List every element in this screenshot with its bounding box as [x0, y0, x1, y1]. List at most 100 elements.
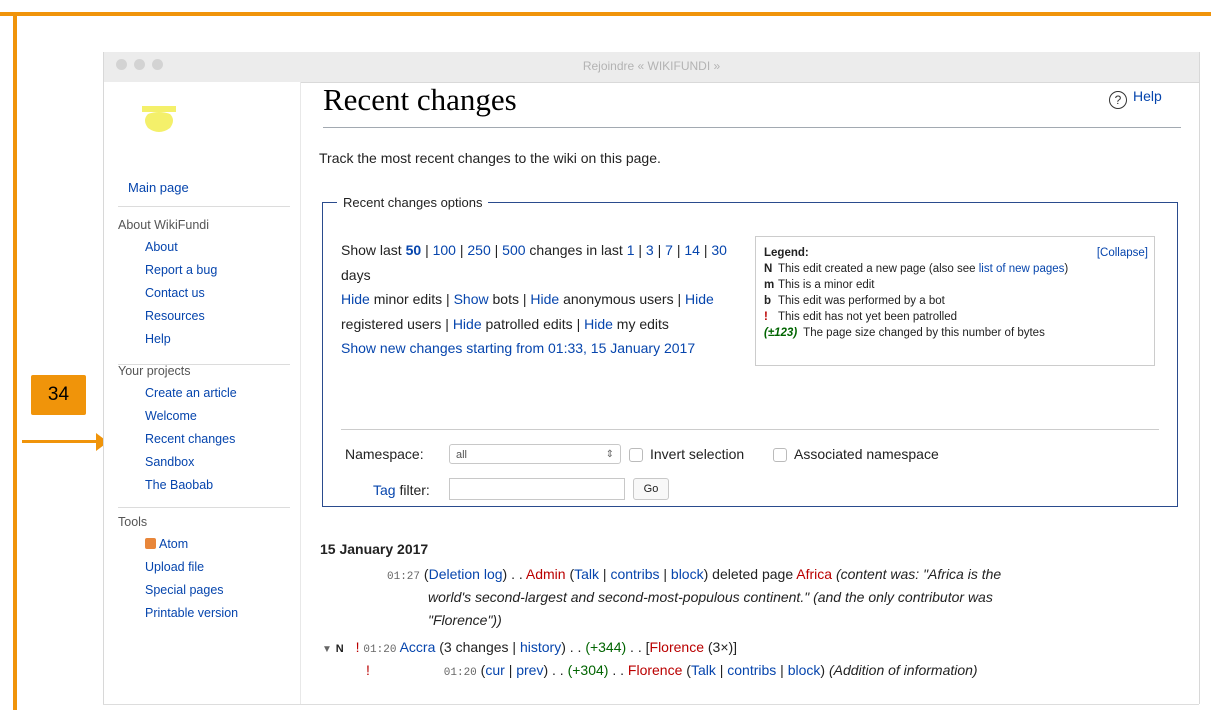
- tag-filter-label: Tag filter:: [373, 482, 430, 498]
- options-legend: Recent changes options: [343, 195, 483, 210]
- go-button[interactable]: Go: [633, 478, 669, 500]
- legend-text: This edit created a new page (also see: [778, 263, 979, 275]
- legend-title: Legend:: [764, 247, 809, 259]
- hide-patrolled-link[interactable]: Hide: [453, 316, 482, 332]
- separator: |: [676, 242, 681, 258]
- sidebar-item-upload-file[interactable]: Upload file: [145, 560, 204, 574]
- sidebar-item-help[interactable]: Help: [145, 332, 171, 346]
- user-florence-link[interactable]: Florence: [628, 662, 682, 678]
- action-text: deleted page: [712, 566, 794, 582]
- limit-500-link[interactable]: 500: [502, 242, 525, 258]
- step-number-badge: 34: [31, 375, 86, 415]
- separator: |: [576, 315, 581, 332]
- user-admin-link[interactable]: Admin: [526, 566, 566, 582]
- hide-minor-edits-link[interactable]: Hide: [341, 291, 370, 307]
- days-label: days: [341, 266, 371, 283]
- days-1-link[interactable]: 1: [627, 242, 635, 258]
- page-africa-link[interactable]: Africa: [796, 566, 832, 582]
- invert-selection-label: Invert selection: [650, 446, 745, 462]
- sidebar-item-create-article[interactable]: Create an article: [145, 386, 237, 400]
- legend-item-size: (±123) The page size changed by this numb…: [764, 325, 1146, 341]
- days-7-link[interactable]: 7: [665, 242, 673, 258]
- sidebar-item-about[interactable]: About: [145, 240, 178, 254]
- user-florence-link[interactable]: Florence: [650, 639, 704, 655]
- limit-50-link[interactable]: 50: [406, 242, 422, 258]
- days-3-link[interactable]: 3: [646, 242, 654, 258]
- orange-frame-top: [0, 12, 1211, 16]
- content-border: [300, 82, 301, 704]
- change-time: 01:20: [363, 644, 397, 656]
- legend-text: This edit was performed by a bot: [778, 295, 945, 307]
- expand-toggle-icon[interactable]: ▼: [322, 644, 332, 655]
- namespace-select[interactable]: all ⇕: [449, 444, 621, 464]
- cur-link[interactable]: cur: [485, 662, 504, 678]
- legend-text: The page size changed by this number of …: [803, 327, 1045, 339]
- options-divider: [341, 429, 1159, 430]
- page-accra-link[interactable]: Accra: [400, 639, 436, 655]
- select-arrows-icon: ⇕: [605, 449, 614, 460]
- hide-my-edits-link[interactable]: Hide: [584, 316, 613, 332]
- talk-link[interactable]: Talk: [691, 662, 716, 678]
- legend-key: !: [764, 311, 768, 323]
- sidebar-item-resources[interactable]: Resources: [145, 309, 205, 323]
- invert-selection-checkbox[interactable]: [629, 448, 643, 462]
- list-of-new-pages-link[interactable]: list of new pages: [979, 263, 1065, 275]
- page-title: Recent changes: [323, 82, 517, 117]
- sidebar-section-tools: Tools Atom Upload file Special pages Pri…: [118, 511, 238, 625]
- tag-link[interactable]: Tag: [373, 482, 396, 498]
- pointer-arrow-line: [22, 440, 98, 443]
- window-titlebar: Rejoindre « WIKIFUNDI »: [104, 52, 1199, 83]
- associated-namespace-checkbox[interactable]: [773, 448, 787, 462]
- block-link[interactable]: block: [671, 566, 704, 582]
- associated-namespace-label: Associated namespace: [794, 446, 939, 462]
- edit-comment: (Addition of information): [828, 662, 978, 678]
- rss-feed-icon: [145, 538, 156, 549]
- show-new-changes-link[interactable]: Show new changes starting from 01:33, 15…: [341, 340, 695, 356]
- sidebar-item-printable-version[interactable]: Printable version: [145, 606, 238, 620]
- sidebar-heading-tools: Tools: [118, 515, 148, 529]
- hide-registered-link[interactable]: Hide: [685, 291, 714, 307]
- separator: |: [446, 291, 450, 307]
- sidebar-item-contact[interactable]: Contact us: [145, 286, 205, 300]
- help-link[interactable]: ? Help: [1109, 88, 1162, 109]
- sidebar-item-report-bug[interactable]: Report a bug: [145, 263, 217, 277]
- talk-link[interactable]: Talk: [574, 566, 599, 582]
- new-page-flag: N: [335, 643, 344, 655]
- edit-comment-line: world's second-largest and second-most-p…: [428, 589, 993, 605]
- minor-edits-label: minor edits: [373, 291, 443, 307]
- history-link[interactable]: history: [520, 639, 561, 655]
- recent-changes-options: Recent changes options Show last 50 | 10…: [322, 195, 1178, 507]
- browser-window: Rejoindre « WIKIFUNDI » Main page About …: [103, 52, 1200, 704]
- wiki-logo-icon[interactable]: [140, 106, 178, 140]
- page-intro: Track the most recent changes to the wik…: [319, 150, 661, 166]
- sidebar-section-about: About WikiFundi About Report a bug Conta…: [118, 214, 217, 351]
- filter-word: filter:: [399, 482, 430, 498]
- sidebar-item-atom[interactable]: Atom: [159, 537, 188, 551]
- prev-link[interactable]: prev: [516, 662, 543, 678]
- sidebar-item-main-page[interactable]: Main page: [128, 180, 189, 195]
- hide-anonymous-link[interactable]: Hide: [530, 291, 559, 307]
- days-14-link[interactable]: 14: [684, 242, 700, 258]
- sidebar-heading-about: About WikiFundi: [118, 218, 210, 232]
- title-underline: [323, 127, 1181, 128]
- limit-100-link[interactable]: 100: [433, 242, 456, 258]
- sidebar-item-baobab[interactable]: The Baobab: [145, 478, 213, 492]
- contribs-link[interactable]: contribs: [610, 566, 659, 582]
- sidebar-divider: [118, 507, 290, 508]
- registered-users-label: registered users: [341, 315, 442, 332]
- sidebar-item-recent-changes[interactable]: Recent changes: [145, 432, 235, 446]
- sidebar-item-sandbox[interactable]: Sandbox: [145, 455, 194, 469]
- sidebar-item-welcome[interactable]: Welcome: [145, 409, 197, 423]
- user-count: (3×)]: [707, 639, 738, 655]
- show-bots-link[interactable]: Show: [454, 291, 489, 307]
- tag-filter-input[interactable]: [449, 478, 625, 500]
- block-link[interactable]: block: [788, 662, 821, 678]
- contribs-link[interactable]: contribs: [727, 662, 776, 678]
- my-edits-label: my edits: [616, 315, 669, 332]
- deletion-log-link[interactable]: Deletion log: [429, 566, 503, 582]
- days-30-link[interactable]: 30: [711, 242, 727, 258]
- orange-frame-left: [13, 12, 17, 710]
- limit-250-link[interactable]: 250: [467, 242, 490, 258]
- sidebar-item-special-pages[interactable]: Special pages: [145, 583, 224, 597]
- collapse-legend-link[interactable]: [Collapse]: [1097, 245, 1148, 261]
